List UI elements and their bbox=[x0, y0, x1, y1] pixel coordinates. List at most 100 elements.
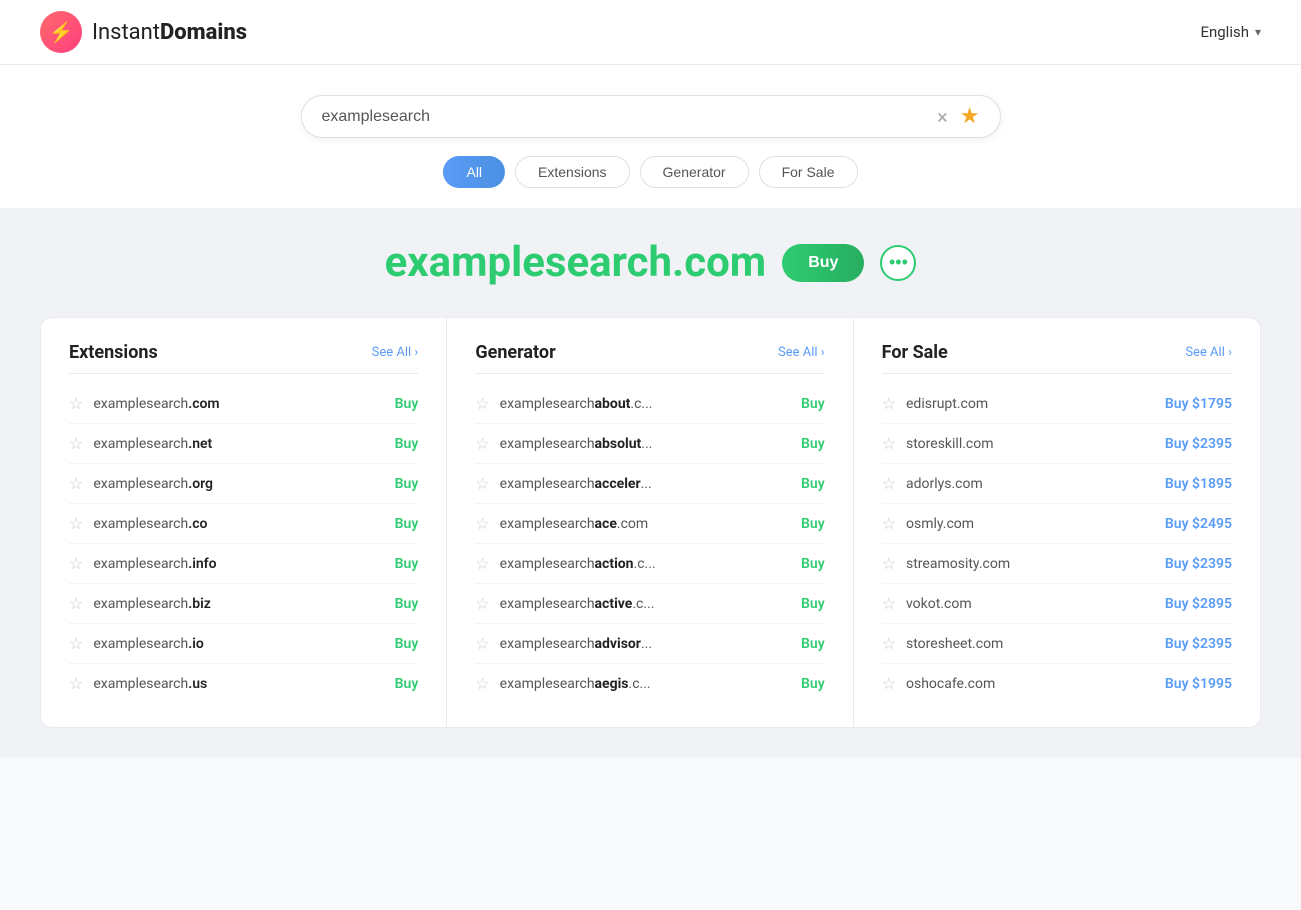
extensions-header: Extensions See All › bbox=[69, 342, 418, 363]
buy-link[interactable]: Buy bbox=[395, 436, 419, 452]
domain-label: vokot.com bbox=[906, 596, 1165, 612]
list-item: ☆ examplesearch.com Buy bbox=[69, 384, 418, 424]
favorite-star-icon[interactable]: ☆ bbox=[882, 634, 896, 653]
buy-link[interactable]: Buy bbox=[395, 596, 419, 612]
buy-link[interactable]: Buy bbox=[395, 556, 419, 572]
more-options-button[interactable]: ••• bbox=[880, 245, 916, 281]
buy-price-link[interactable]: Buy $1895 bbox=[1165, 476, 1232, 492]
domain-label: examplesearchabout.c... bbox=[500, 396, 801, 412]
search-input[interactable] bbox=[322, 108, 938, 126]
domain-label: edisrupt.com bbox=[906, 396, 1165, 412]
domain-label: oshocafe.com bbox=[906, 676, 1165, 692]
favorite-star-icon[interactable]: ☆ bbox=[882, 514, 896, 533]
list-item: ☆ osmly.com Buy $2495 bbox=[882, 504, 1232, 544]
filter-tab-generator[interactable]: Generator bbox=[640, 156, 749, 188]
domain-label: examplesearch.biz bbox=[93, 596, 394, 612]
favorite-star-icon[interactable]: ☆ bbox=[882, 554, 896, 573]
favorite-star-icon[interactable]: ☆ bbox=[69, 514, 83, 533]
buy-price-link[interactable]: Buy $2495 bbox=[1165, 516, 1232, 532]
logo-icon: ⚡ bbox=[40, 11, 82, 53]
search-bar: × ★ bbox=[301, 95, 1001, 138]
favorite-star-icon[interactable]: ☆ bbox=[475, 394, 489, 413]
buy-link[interactable]: Buy bbox=[801, 396, 825, 412]
buy-link[interactable]: Buy bbox=[801, 676, 825, 692]
list-item: ☆ examplesearch.co Buy bbox=[69, 504, 418, 544]
favorite-star-icon[interactable]: ☆ bbox=[882, 394, 896, 413]
domain-headline: examplesearch.com Buy ••• bbox=[40, 238, 1261, 287]
logo-text: InstantDomains bbox=[92, 20, 247, 45]
favorite-star-icon[interactable]: ☆ bbox=[69, 434, 83, 453]
domain-label: examplesearchaction.c... bbox=[500, 556, 801, 572]
buy-link[interactable]: Buy bbox=[395, 396, 419, 412]
buy-link[interactable]: Buy bbox=[801, 636, 825, 652]
favorite-star-icon[interactable]: ☆ bbox=[475, 474, 489, 493]
generator-section: Generator See All › ☆ examplesearchabout… bbox=[447, 318, 853, 727]
favorite-star-icon[interactable]: ☆ bbox=[69, 554, 83, 573]
buy-price-link[interactable]: Buy $2395 bbox=[1165, 636, 1232, 652]
star-icon[interactable]: ★ bbox=[960, 104, 980, 129]
for-sale-title: For Sale bbox=[882, 342, 948, 363]
filter-tabs: All Extensions Generator For Sale bbox=[443, 156, 857, 188]
domain-label: examplesearch.net bbox=[93, 436, 394, 452]
domain-label: streamosity.com bbox=[906, 556, 1165, 572]
list-item: ☆ examplesearch.org Buy bbox=[69, 464, 418, 504]
buy-link[interactable]: Buy bbox=[801, 556, 825, 572]
list-item: ☆ examplesearch.us Buy bbox=[69, 664, 418, 703]
list-item: ☆ examplesearchactive.c... Buy bbox=[475, 584, 824, 624]
buy-price-link[interactable]: Buy $2395 bbox=[1165, 436, 1232, 452]
filter-tab-extensions[interactable]: Extensions bbox=[515, 156, 629, 188]
favorite-star-icon[interactable]: ☆ bbox=[475, 434, 489, 453]
filter-tab-all[interactable]: All bbox=[443, 156, 505, 188]
favorite-star-icon[interactable]: ☆ bbox=[475, 594, 489, 613]
buy-price-link[interactable]: Buy $2395 bbox=[1165, 556, 1232, 572]
list-item: ☆ examplesearch.biz Buy bbox=[69, 584, 418, 624]
for-sale-see-all[interactable]: See All › bbox=[1185, 345, 1232, 360]
domain-label: examplesearchaegis.c... bbox=[500, 676, 801, 692]
favorite-star-icon[interactable]: ☆ bbox=[882, 674, 896, 693]
favorite-star-icon[interactable]: ☆ bbox=[475, 634, 489, 653]
list-item: ☆ adorlys.com Buy $1895 bbox=[882, 464, 1232, 504]
language-selector[interactable]: English ▾ bbox=[1200, 23, 1261, 41]
favorite-star-icon[interactable]: ☆ bbox=[69, 474, 83, 493]
favorite-star-icon[interactable]: ☆ bbox=[69, 634, 83, 653]
buy-link[interactable]: Buy bbox=[395, 476, 419, 492]
favorite-star-icon[interactable]: ☆ bbox=[475, 674, 489, 693]
favorite-star-icon[interactable]: ☆ bbox=[475, 554, 489, 573]
domain-label: examplesearch.co bbox=[93, 516, 394, 532]
domain-label: examplesearch.com bbox=[93, 396, 394, 412]
buy-link[interactable]: Buy bbox=[801, 476, 825, 492]
buy-price-link[interactable]: Buy $2895 bbox=[1165, 596, 1232, 612]
filter-tab-for-sale[interactable]: For Sale bbox=[759, 156, 858, 188]
favorite-star-icon[interactable]: ☆ bbox=[475, 514, 489, 533]
extensions-list: ☆ examplesearch.com Buy ☆ examplesearch.… bbox=[69, 384, 418, 703]
favorite-star-icon[interactable]: ☆ bbox=[882, 474, 896, 493]
buy-link[interactable]: Buy bbox=[801, 516, 825, 532]
buy-link[interactable]: Buy bbox=[801, 436, 825, 452]
clear-icon[interactable]: × bbox=[937, 107, 948, 127]
generator-list: ☆ examplesearchabout.c... Buy ☆ examples… bbox=[475, 384, 824, 703]
generator-see-all[interactable]: See All › bbox=[778, 345, 825, 360]
for-sale-list: ☆ edisrupt.com Buy $1795 ☆ storeskill.co… bbox=[882, 384, 1232, 703]
favorite-star-icon[interactable]: ☆ bbox=[882, 594, 896, 613]
extensions-divider bbox=[69, 373, 418, 374]
domain-label: examplesearchactive.c... bbox=[500, 596, 801, 612]
extensions-see-all[interactable]: See All › bbox=[372, 345, 419, 360]
domain-label: examplesearchabsolut... bbox=[500, 436, 801, 452]
favorite-star-icon[interactable]: ☆ bbox=[69, 394, 83, 413]
buy-price-link[interactable]: Buy $1995 bbox=[1165, 676, 1232, 692]
domain-label: osmly.com bbox=[906, 516, 1165, 532]
list-item: ☆ examplesearchaction.c... Buy bbox=[475, 544, 824, 584]
buy-link[interactable]: Buy bbox=[801, 596, 825, 612]
primary-buy-button[interactable]: Buy bbox=[782, 244, 864, 282]
favorite-star-icon[interactable]: ☆ bbox=[69, 674, 83, 693]
domain-label: examplesearch.org bbox=[93, 476, 394, 492]
buy-link[interactable]: Buy bbox=[395, 636, 419, 652]
favorite-star-icon[interactable]: ☆ bbox=[882, 434, 896, 453]
buy-link[interactable]: Buy bbox=[395, 676, 419, 692]
list-item: ☆ examplesearch.net Buy bbox=[69, 424, 418, 464]
buy-link[interactable]: Buy bbox=[395, 516, 419, 532]
favorite-star-icon[interactable]: ☆ bbox=[69, 594, 83, 613]
list-item: ☆ examplesearchace.com Buy bbox=[475, 504, 824, 544]
buy-price-link[interactable]: Buy $1795 bbox=[1165, 396, 1232, 412]
list-item: ☆ edisrupt.com Buy $1795 bbox=[882, 384, 1232, 424]
